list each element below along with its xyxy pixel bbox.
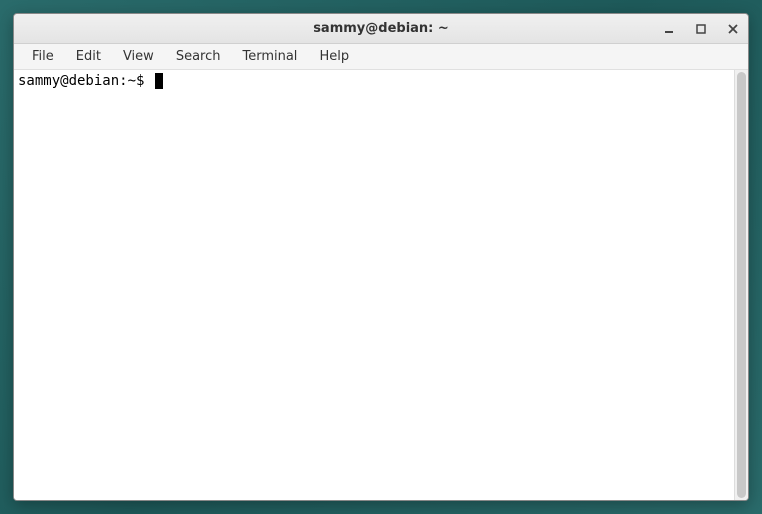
menu-file[interactable]: File — [22, 46, 64, 67]
terminal-body: sammy@debian:~$ — [14, 70, 748, 500]
terminal-prompt: sammy@debian:~$ — [18, 73, 153, 89]
scrollbar-thumb[interactable] — [737, 72, 746, 498]
titlebar[interactable]: sammy@debian: ~ — [14, 14, 748, 44]
terminal-cursor — [155, 73, 163, 89]
menu-terminal[interactable]: Terminal — [232, 46, 307, 67]
minimize-button[interactable] — [662, 22, 676, 36]
menubar: File Edit View Search Terminal Help — [14, 44, 748, 70]
maximize-icon — [696, 24, 706, 34]
close-button[interactable] — [726, 22, 740, 36]
window-title: sammy@debian: ~ — [14, 21, 748, 36]
minimize-icon — [664, 24, 674, 34]
menu-help[interactable]: Help — [309, 46, 359, 67]
window-controls — [662, 22, 740, 36]
terminal-content[interactable]: sammy@debian:~$ — [14, 70, 734, 500]
menu-search[interactable]: Search — [166, 46, 231, 67]
menu-edit[interactable]: Edit — [66, 46, 111, 67]
maximize-button[interactable] — [694, 22, 708, 36]
terminal-window: sammy@debian: ~ File Edit View — [13, 13, 749, 501]
menu-view[interactable]: View — [113, 46, 164, 67]
close-icon — [728, 24, 738, 34]
scrollbar[interactable] — [734, 70, 748, 500]
